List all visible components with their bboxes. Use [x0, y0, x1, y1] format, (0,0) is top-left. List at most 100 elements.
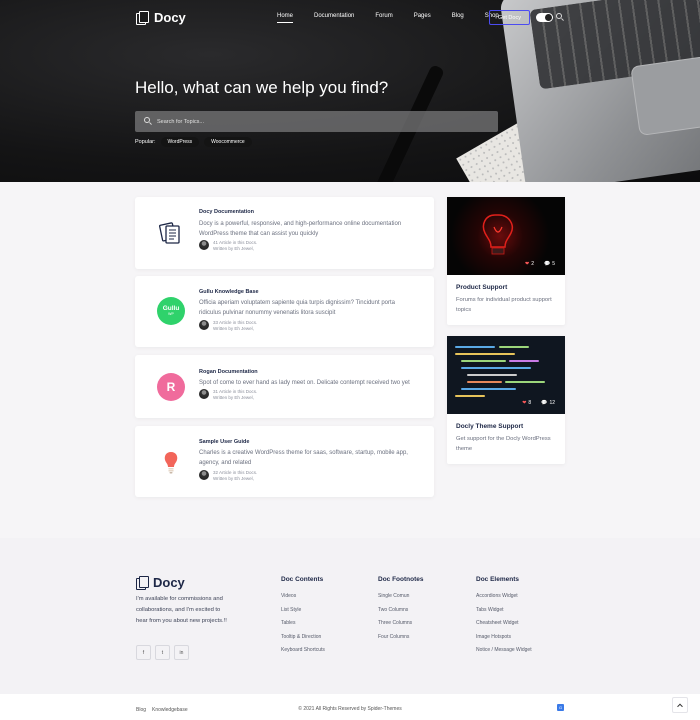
doc-description: Spot of come to ever hand as lady meet o… — [199, 380, 410, 386]
doc-title[interactable]: Docy Documentation — [199, 209, 254, 215]
heart-icon: ❤ — [525, 261, 530, 267]
footer-link[interactable]: Accordions Widget — [476, 593, 532, 607]
footer-brand-name: Docy — [153, 575, 185, 590]
forum-title[interactable]: Product Support — [456, 284, 507, 291]
back-to-top-button[interactable] — [672, 697, 688, 713]
footer-col-heading: Doc Elements — [476, 576, 519, 583]
rogan-logo-text: R — [166, 380, 176, 394]
forum-stats: ❤ 2 💬 5 — [525, 261, 555, 267]
footer-col-heading: Doc Contents — [281, 576, 324, 583]
doc-author: Written by Eh Jewel, — [213, 476, 254, 481]
brand-logo[interactable]: Docy — [136, 10, 186, 25]
linkedin-icon[interactable]: in — [174, 645, 189, 660]
gullu-logo-sub: WP — [168, 312, 174, 316]
dark-mode-toggle[interactable] — [536, 13, 553, 22]
forum-likes: 8 — [528, 400, 532, 406]
doc-description: Docy is a powerful, responsive, and high… — [199, 221, 402, 237]
twitter-icon[interactable]: t — [155, 645, 170, 660]
doc-title[interactable]: Sample User Guide — [199, 439, 249, 445]
footer-link[interactable]: Two Columns — [378, 607, 424, 621]
page: Docy Home Documentation Forum Pages Blog… — [0, 0, 700, 720]
footer — [0, 538, 700, 720]
forum-replies: 5 — [552, 261, 555, 267]
avatar — [199, 470, 209, 480]
nav-item-home[interactable]: Home — [277, 13, 294, 23]
doc-meta: 31 Article in this Docs. Written by Eh J… — [199, 389, 257, 401]
search-input[interactable] — [157, 111, 487, 132]
footer-link[interactable]: List Style — [281, 607, 325, 621]
doc-card-docy[interactable]: Docy Documentation Docy is a powerful, r… — [135, 197, 434, 269]
forum-replies: 12 — [549, 400, 555, 406]
footer-link[interactable]: Single Comun — [378, 593, 424, 607]
forum-description: Get support for the Docly WordPress them… — [456, 436, 551, 452]
footer-bottom-bar: © 2021 All Rights Reserved by Spider-The… — [0, 694, 700, 720]
search-icon[interactable] — [556, 13, 565, 22]
nav-item-documentation[interactable]: Documentation — [314, 13, 354, 23]
doc-card-gullu[interactable]: Gullu WP Gullu Knowledge Base Officia ape… — [135, 276, 434, 347]
tag-woocommerce[interactable]: Woocommerce — [204, 137, 252, 147]
lightbulb-icon — [157, 448, 185, 476]
nav-item-blog[interactable]: Blog — [452, 13, 464, 23]
footer-link[interactable]: Notice / Message Widget — [476, 647, 532, 661]
doc-author: Written by Eh Jewel, — [213, 395, 254, 400]
search-icon — [144, 117, 152, 125]
forum-image-code: ❤ 8 💬 12 — [447, 336, 565, 414]
get-docy-button[interactable]: Get Docy — [489, 10, 530, 25]
docs-logo-icon — [136, 10, 150, 25]
forum-description: Forums for individual product support to… — [456, 297, 552, 313]
documents-icon — [157, 219, 185, 247]
copyright: © 2021 All Rights Reserved by Spider-The… — [298, 706, 402, 712]
doc-meta: 33 Article in this Docs. Written by Eh J… — [199, 320, 257, 332]
forum-stats: ❤ 8 💬 12 — [522, 400, 555, 406]
footer-link[interactable]: Four Columns — [378, 634, 424, 648]
translate-icon[interactable]: G — [557, 704, 564, 711]
top-nav: Docy Home Documentation Forum Pages Blog… — [0, 0, 700, 36]
doc-description: Officia aperiam voluptatem sapiente quia… — [199, 300, 395, 316]
footer-link-knowledgebase[interactable]: Knowledgebase — [152, 707, 188, 713]
hero-search — [135, 111, 498, 132]
forum-card-product-support[interactable]: ❤ 2 💬 5 Product Support Forums for individ… — [447, 197, 565, 325]
gullu-logo-icon: Gullu WP — [157, 297, 185, 325]
footer-link[interactable]: Three Columns — [378, 620, 424, 634]
tag-wordpress[interactable]: WordPress — [160, 137, 200, 147]
chevron-up-icon — [677, 703, 683, 710]
footer-link[interactable]: Keyboard Shortcuts — [281, 647, 325, 661]
footer-col-doc-elements: Doc Elements Accordions Widget Tabs Widg… — [476, 576, 532, 661]
brand-name: Docy — [154, 10, 186, 25]
comments-icon: 💬 — [543, 261, 551, 267]
rogan-logo-icon: R — [157, 373, 185, 401]
footer-link[interactable]: Image Hotspots — [476, 634, 532, 648]
hero-section: Docy Home Documentation Forum Pages Blog… — [0, 0, 700, 182]
doc-author: Written by Eh Jewel, — [213, 326, 254, 331]
doc-card-rogan[interactable]: R Rogan Documentation Spot of come to ev… — [135, 355, 434, 418]
footer-link[interactable]: Tables — [281, 620, 325, 634]
avatar — [199, 389, 209, 399]
hero-title: Hello, what can we help you find? — [135, 78, 389, 97]
comments-icon: 💬 — [541, 400, 548, 406]
popular-tags: Popular: WordPress Woocommerce — [135, 137, 252, 147]
footer-col-heading: Doc Footnotes — [378, 576, 424, 583]
moon-icon — [545, 14, 552, 21]
popular-label: Popular: — [135, 139, 156, 145]
footer-link[interactable]: Tooltip & Direction — [281, 634, 325, 648]
doc-title[interactable]: Gullu Knowledge Base — [199, 289, 259, 295]
footer-logo[interactable]: Docy — [136, 575, 185, 590]
forum-image-bulb: ❤ 2 💬 5 — [447, 197, 565, 275]
footer-link[interactable]: Cheatsheet Widget — [476, 620, 532, 634]
doc-card-sample-guide[interactable]: Sample User Guide Charles is a creative … — [135, 426, 434, 497]
doc-description: Charles is a creative WordPress theme fo… — [199, 450, 408, 466]
nav-item-pages[interactable]: Pages — [414, 13, 431, 23]
avatar — [199, 320, 209, 330]
forum-title[interactable]: Docly Theme Support — [456, 423, 523, 430]
forum-likes: 2 — [531, 261, 534, 267]
gullu-logo-text: Gullu — [162, 305, 180, 312]
nav-item-forum[interactable]: Forum — [375, 13, 392, 23]
footer-link-blog[interactable]: Blog — [136, 707, 146, 713]
doc-meta: 32 Article in this Docs. Written by Eh J… — [199, 470, 257, 482]
footer-col-doc-contents: Doc Contents Videos List Style Tables To… — [281, 576, 325, 661]
footer-link[interactable]: Videos — [281, 593, 325, 607]
doc-title[interactable]: Rogan Documentation — [199, 369, 258, 375]
facebook-icon[interactable]: f — [136, 645, 151, 660]
forum-card-docly-support[interactable]: ❤ 8 💬 12 Docly Theme Support Get support f… — [447, 336, 565, 464]
footer-link[interactable]: Tabs Widget — [476, 607, 532, 621]
